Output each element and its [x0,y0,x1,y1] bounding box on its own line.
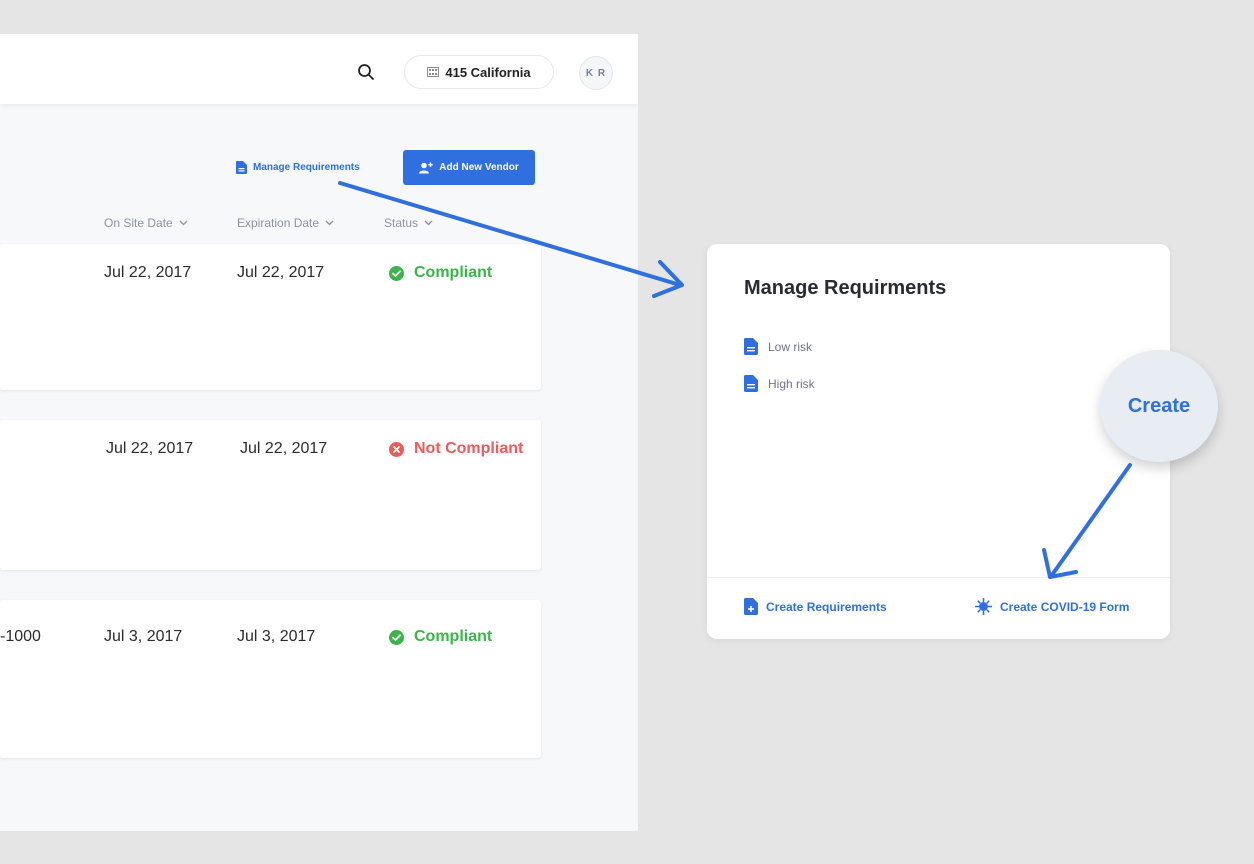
status-label: Compliant [414,264,493,281]
add-vendor-label: Add New Vendor [439,162,519,173]
column-header-on-site-date[interactable]: On Site Date [104,216,188,230]
manage-requirements-label: Manage Requirements [253,162,360,173]
add-document-icon [744,598,758,615]
add-user-icon [419,162,433,173]
document-icon [236,161,247,174]
user-avatar[interactable]: K R [579,56,613,90]
requirement-item-high-risk[interactable]: High risk [744,375,815,392]
status-label: Compliant [414,628,493,645]
modal-title: Manage Requirments [744,277,947,299]
on-site-date-cell: Jul 22, 2017 [104,264,192,281]
create-covid-form-label: Create COVID-19 Form [1000,599,1130,614]
create-annotation-bubble: Create [1100,350,1218,462]
column-label: Status [384,216,419,230]
requirement-label: High risk [768,376,815,391]
check-circle-icon [389,629,404,645]
building-icon [427,67,440,77]
virus-icon [975,598,992,615]
chevron-down-icon [179,220,188,226]
chevron-down-icon [325,220,334,226]
create-requirements-label: Create Requirements [766,599,887,614]
create-covid-form-button[interactable]: Create COVID-19 Form [975,598,1129,615]
expiration-date-cell: Jul 3, 2017 [237,628,316,645]
column-header-status[interactable]: Status [384,216,433,230]
avatar-initials: K R [585,67,607,79]
on-site-date-cell: Jul 3, 2017 [104,628,183,645]
document-icon [744,375,758,392]
table-row[interactable]: Jul 22, 2017 Jul 22, 2017 Compliant [0,244,541,390]
x-circle-icon [389,441,404,457]
column-label: Expiration Date [237,216,320,230]
location-label: 415 California [445,64,531,80]
check-circle-icon [389,265,404,281]
create-requirements-button[interactable]: Create Requirements [744,598,887,615]
leading-id-cell: -1000 [0,628,41,645]
location-selector[interactable]: 415 California [404,55,554,89]
status-label: Not Compliant [414,440,524,457]
on-site-date-cell: Jul 22, 2017 [106,440,194,457]
add-new-vendor-button[interactable]: Add New Vendor [403,150,535,185]
table-row[interactable]: Jul 22, 2017 Jul 22, 2017 Not Compliant [0,420,541,570]
column-header-expiration-date[interactable]: Expiration Date [237,216,334,230]
vendor-app-panel: 415 California K R Manage Requirements A… [0,34,638,831]
requirement-label: Low risk [768,339,813,354]
column-label: On Site Date [104,216,173,230]
document-icon [744,338,758,355]
manage-requirements-modal: Manage Requirments Low risk High risk Cr… [707,244,1170,639]
status-badge: Compliant [389,628,492,646]
create-bubble-label: Create [1127,394,1191,417]
chevron-down-icon [424,220,433,226]
status-badge: Compliant [389,264,492,282]
expiration-date-cell: Jul 22, 2017 [240,440,328,457]
modal-divider [707,577,1170,578]
top-bar: 415 California K R [0,34,638,104]
expiration-date-cell: Jul 22, 2017 [237,264,325,281]
status-badge: Not Compliant [389,440,523,458]
search-icon[interactable] [356,62,376,82]
requirement-item-low-risk[interactable]: Low risk [744,338,812,355]
table-row[interactable]: -1000 Jul 3, 2017 Jul 3, 2017 Compliant [0,600,541,758]
manage-requirements-link[interactable]: Manage Requirements [236,161,360,174]
